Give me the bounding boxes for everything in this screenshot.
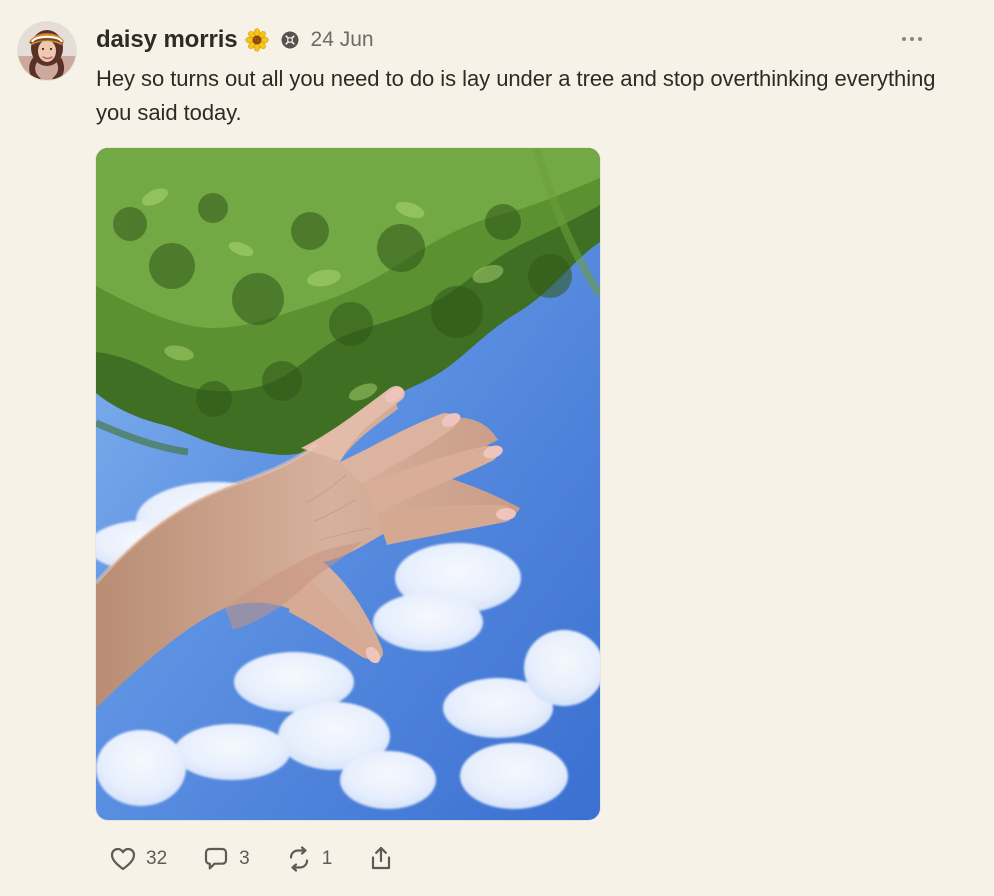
sunflower-emoji-icon bbox=[244, 28, 269, 52]
post-actions: 32 3 1 bbox=[108, 842, 430, 876]
post-photo[interactable] bbox=[96, 148, 600, 820]
comment-button[interactable]: 3 bbox=[201, 842, 250, 876]
more-options-button[interactable] bbox=[897, 28, 927, 50]
post-card: daisy morris 24 Jun Hey so turns out all… bbox=[0, 0, 994, 896]
repost-button[interactable]: 1 bbox=[284, 842, 333, 876]
like-button[interactable]: 32 bbox=[108, 842, 167, 876]
share-icon bbox=[372, 846, 391, 870]
comment-icon bbox=[205, 847, 228, 870]
repost-count: 1 bbox=[321, 848, 333, 869]
more-options-icon bbox=[902, 37, 922, 41]
avatar[interactable] bbox=[18, 22, 76, 80]
repost-icon bbox=[289, 846, 308, 872]
heart-icon bbox=[110, 847, 136, 871]
post-body-text: Hey so turns out all you need to do is l… bbox=[96, 66, 936, 125]
post-header: daisy morris 24 Jun bbox=[96, 24, 374, 56]
verified-badge-icon bbox=[281, 31, 299, 49]
comment-count: 3 bbox=[239, 848, 250, 869]
post-date[interactable]: 24 Jun bbox=[311, 24, 374, 56]
share-button[interactable] bbox=[366, 844, 396, 874]
like-count: 32 bbox=[146, 848, 168, 869]
author-name[interactable]: daisy morris bbox=[96, 24, 238, 56]
